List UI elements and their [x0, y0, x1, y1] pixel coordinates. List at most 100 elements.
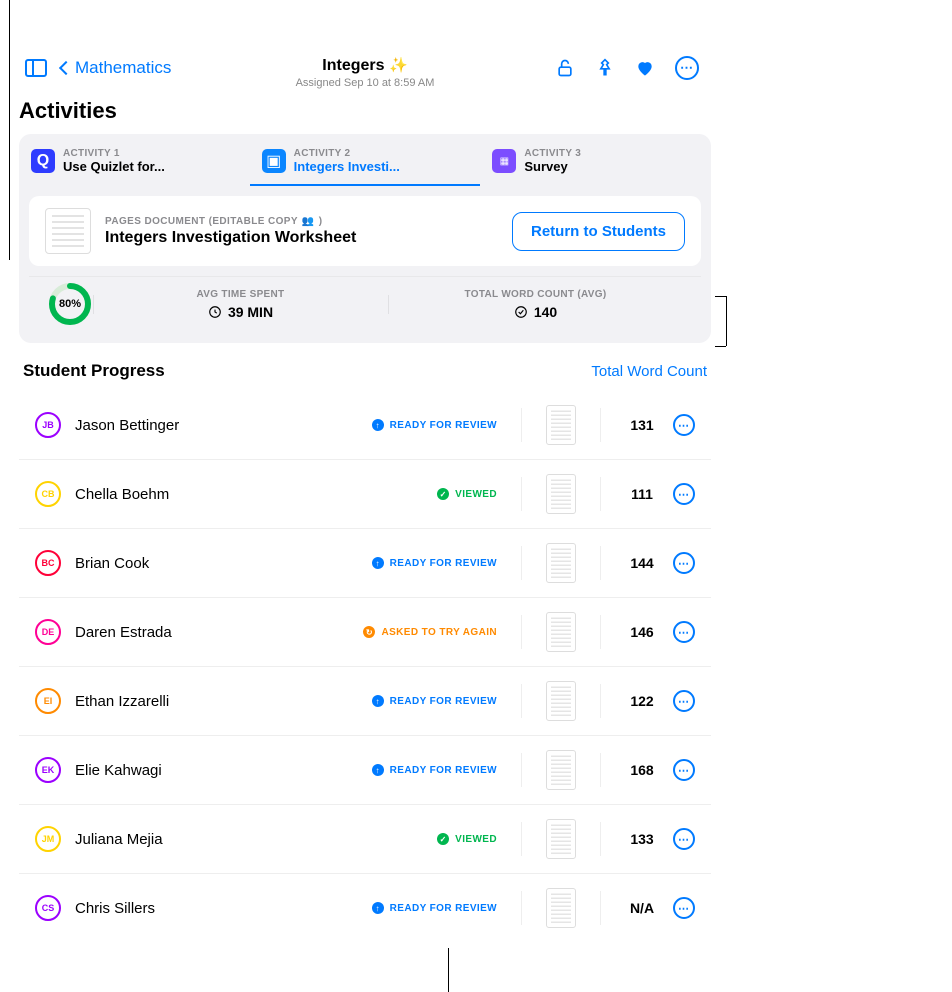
header-title-group: Integers ✨ Assigned Sep 10 at 8:59 AM — [296, 56, 435, 89]
status-icon: ↑ — [372, 695, 384, 707]
page-title: Integers ✨ — [296, 56, 435, 75]
divider — [521, 477, 522, 511]
more-icon[interactable]: ⋯ — [675, 56, 699, 80]
document-thumbnail[interactable] — [45, 208, 91, 254]
status-icon: ↑ — [372, 557, 384, 569]
avatar: JB — [35, 412, 61, 438]
tab-over: ACTIVITY 2 — [294, 148, 400, 159]
divider — [600, 684, 601, 718]
divider — [600, 753, 601, 787]
submission-thumbnail[interactable] — [546, 819, 576, 859]
document-meta: PAGES DOCUMENT (EDITABLE COPY 👥 ) Intege… — [105, 216, 356, 247]
tab-activity-1[interactable]: Q ACTIVITY 1 Use Quizlet for... — [19, 142, 250, 186]
section-title: Activities — [15, 90, 715, 134]
tab-label: Use Quizlet for... — [63, 159, 165, 174]
badge-icon — [514, 305, 528, 319]
divider — [600, 891, 601, 925]
word-count: 144 — [625, 555, 659, 571]
stats-row: 80% AVG TIME SPENT 39 MIN TOTAL WORD COU… — [29, 276, 701, 343]
student-row[interactable]: EKElie Kahwagi↑READY FOR REVIEW168⋯ — [19, 736, 711, 805]
progress-ring: 80% — [47, 281, 93, 327]
lock-open-icon[interactable] — [555, 58, 575, 78]
stat-time: AVG TIME SPENT 39 MIN — [93, 289, 388, 320]
status-badge: ↑READY FOR REVIEW — [372, 764, 497, 776]
student-name: Elie Kahwagi — [75, 762, 358, 779]
status-badge: ↑ READY FOR REVIEW — [372, 557, 497, 569]
status-text: VIEWED — [455, 489, 497, 500]
submission-thumbnail[interactable] — [546, 405, 576, 445]
submission-thumbnail[interactable] — [546, 612, 576, 652]
status-text: READY FOR REVIEW — [390, 558, 497, 569]
stat-words-value: 140 — [534, 304, 557, 320]
tab-over: ACTIVITY 1 — [63, 148, 165, 159]
submission-thumbnail[interactable] — [546, 543, 576, 583]
heart-icon[interactable] — [635, 58, 655, 78]
status-badge: ✓ VIEWED — [437, 488, 497, 500]
submission-thumbnail[interactable] — [546, 750, 576, 790]
title-text: Integers — [322, 57, 384, 74]
word-count: 133 — [625, 831, 659, 847]
more-icon[interactable]: ⋯ — [673, 483, 695, 505]
student-row[interactable]: EIEthan Izzarelli↑READY FOR REVIEW122⋯ — [19, 667, 711, 736]
tab-activity-2[interactable]: ▣ ACTIVITY 2 Integers Investi... — [250, 142, 481, 186]
progress-header: Student Progress Total Word Count — [15, 343, 715, 391]
tab-label: Integers Investi... — [294, 159, 400, 174]
more-icon[interactable]: ⋯ — [673, 414, 695, 436]
status-text: READY FOR REVIEW — [390, 903, 497, 914]
annotation-line — [448, 948, 449, 992]
status-icon: ↻ — [363, 626, 375, 638]
status-icon: ↑ — [372, 419, 384, 431]
pin-icon[interactable] — [595, 58, 615, 78]
status-icon: ✓ — [437, 488, 449, 500]
stat-time-value: 39 MIN — [228, 304, 273, 320]
doc-over-close: ) — [319, 216, 323, 227]
tab-activity-3[interactable]: ▦ ACTIVITY 3 Survey — [480, 142, 711, 186]
quizlet-icon: Q — [31, 149, 55, 173]
submission-thumbnail[interactable] — [546, 681, 576, 721]
status-badge: ↑READY FOR REVIEW — [372, 695, 497, 707]
more-icon[interactable]: ⋯ — [673, 690, 695, 712]
divider — [600, 477, 601, 511]
status-badge: ↑ READY FOR REVIEW — [372, 419, 497, 431]
document-type-label: PAGES DOCUMENT (EDITABLE COPY 👥 ) — [105, 216, 356, 227]
people-icon: 👥 — [302, 216, 315, 227]
student-row[interactable]: CBChella Boehm✓VIEWED111⋯ — [19, 460, 711, 529]
status-text: READY FOR REVIEW — [390, 420, 497, 431]
sort-link[interactable]: Total Word Count — [591, 363, 707, 380]
student-row[interactable]: JBJason Bettinger↑READY FOR REVIEW131⋯ — [19, 391, 711, 460]
annotation-line — [726, 296, 727, 346]
stat-label: TOTAL WORD COUNT (AVG) — [388, 289, 683, 300]
more-icon[interactable]: ⋯ — [673, 621, 695, 643]
student-row[interactable]: CSChris Sillers↑READY FOR REVIEWN/A⋯ — [19, 874, 711, 942]
status-badge: ↑ READY FOR REVIEW — [372, 902, 497, 914]
student-name: Juliana Mejia — [75, 831, 423, 848]
activity-tabs: Q ACTIVITY 1 Use Quizlet for... ▣ ACTIVI… — [19, 134, 711, 186]
more-icon[interactable]: ⋯ — [673, 759, 695, 781]
page-subtitle: Assigned Sep 10 at 8:59 AM — [296, 77, 435, 89]
stat-value: 39 MIN — [93, 304, 388, 320]
student-row[interactable]: BCBrian Cook↑READY FOR REVIEW144⋯ — [19, 529, 711, 598]
student-row[interactable]: DEDaren Estrada↻ASKED TO TRY AGAIN146⋯ — [19, 598, 711, 667]
back-button[interactable]: Mathematics — [61, 58, 171, 78]
sidebar-toggle-icon[interactable] — [25, 59, 47, 77]
document-row: PAGES DOCUMENT (EDITABLE COPY 👥 ) Intege… — [29, 196, 701, 266]
divider — [521, 408, 522, 442]
status-text: ASKED TO TRY AGAIN — [381, 627, 497, 638]
more-icon[interactable]: ⋯ — [673, 828, 695, 850]
return-to-students-button[interactable]: Return to Students — [512, 212, 685, 251]
student-row[interactable]: JMJuliana Mejia✓VIEWED133⋯ — [19, 805, 711, 874]
status-icon: ↑ — [372, 902, 384, 914]
more-icon[interactable]: ⋯ — [673, 897, 695, 919]
chevron-left-icon — [59, 61, 73, 75]
submission-thumbnail[interactable] — [546, 474, 576, 514]
word-count: 131 — [625, 417, 659, 433]
stat-words: TOTAL WORD COUNT (AVG) 140 — [388, 289, 683, 320]
header-actions: ⋯ — [555, 56, 705, 80]
progress-title: Student Progress — [23, 361, 165, 381]
more-icon[interactable]: ⋯ — [673, 552, 695, 574]
divider — [521, 615, 522, 649]
student-list: JBJason Bettinger↑READY FOR REVIEW131⋯CB… — [19, 391, 711, 942]
submission-thumbnail[interactable] — [546, 888, 576, 928]
status-text: VIEWED — [455, 834, 497, 845]
avatar: BC — [35, 550, 61, 576]
